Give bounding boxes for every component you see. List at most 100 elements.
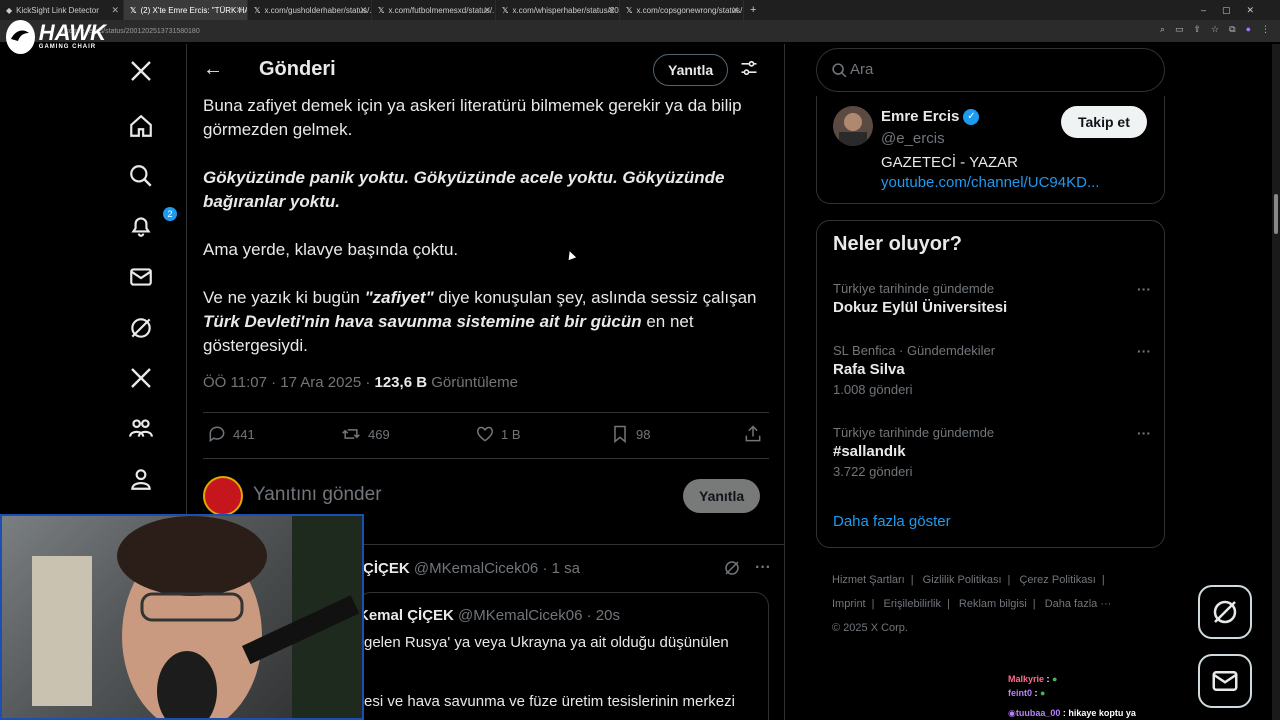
quote-text: gelen Rusya' ya veya Ukrayna ya ait oldu… (364, 634, 729, 651)
footer-link[interactable]: Hizmet Şartları (832, 574, 905, 586)
share-action[interactable] (743, 424, 763, 444)
new-tab-icon[interactable]: + (750, 4, 756, 16)
tab-close-icon[interactable]: ✕ (235, 5, 243, 16)
show-more-link[interactable]: Daha fazla göster (833, 513, 951, 530)
grok-icon (1213, 600, 1237, 624)
trends-panel: Neler oluyor? Türkiye tarihinde gündemde… (816, 220, 1165, 548)
grok-icon[interactable] (128, 315, 154, 341)
hawk-logo: HAWK GAMING CHAIR (6, 18, 106, 56)
more-options-icon[interactable]: ··· (1137, 281, 1151, 297)
tweet-paragraph: Gökyüzünde panik yoktu. Gökyüzünde acele… (203, 168, 725, 211)
footer-link[interactable]: Imprint (832, 598, 866, 610)
grok-fab-button[interactable] (1198, 585, 1252, 639)
share-icon[interactable]: ⇪ (1194, 24, 1202, 35)
search-input[interactable]: Ara (850, 61, 873, 78)
x-logo-icon[interactable] (128, 58, 154, 84)
more-options-icon[interactable]: ··· (1137, 425, 1151, 441)
footer-link[interactable]: Daha fazla ··· (1045, 598, 1112, 610)
tab-close-icon[interactable]: ✕ (607, 5, 615, 16)
header-reply-button[interactable]: Yanıtla (653, 54, 729, 86)
tweet-timestamp[interactable]: ÖÖ 11:07 · 17 Ara 2025 · (203, 374, 375, 391)
quoted-tweet[interactable]: Kemal ÇİÇEK @MKemalCicek06 · 20s gelen R… (357, 592, 769, 720)
home-icon[interactable] (128, 113, 154, 139)
reply-input[interactable]: Yanıtını gönder (253, 484, 382, 506)
tab-favicon-icon: 𝕏 (130, 5, 137, 15)
footer-link[interactable]: Erişilebilirlik (884, 598, 941, 610)
browser-tab[interactable]: ◆ KickSight Link Detector ✕ (0, 0, 124, 20)
tab-close-icon[interactable]: ✕ (359, 5, 367, 16)
browser-tab[interactable]: 𝕏x.com/gusholderhaber/status/... ✕ (248, 0, 372, 20)
bookmark-star-icon[interactable]: ☆ (1211, 24, 1219, 35)
reply-composer: Yanıtını gönder Yanıtla (203, 476, 769, 516)
browser-tab[interactable]: 𝕏x.com/copsgonewrong/status/... ✕ (620, 0, 744, 20)
trend-item[interactable]: Türkiye tarihinde gündemde Dokuz Eylül Ü… (833, 281, 1151, 316)
more-options-icon[interactable]: ··· (1137, 343, 1151, 359)
tab-close-icon[interactable]: ✕ (731, 5, 739, 16)
tab-close-icon[interactable]: ✕ (483, 5, 491, 16)
extensions-icon[interactable]: ⧉ (1229, 24, 1235, 35)
premium-x-icon[interactable] (128, 365, 154, 391)
footer-link[interactable]: Gizlilik Politikası (923, 574, 1002, 586)
tweet-paragraph: Ve ne yazık ki bugün "zafiyet" diye konu… (203, 288, 757, 355)
envelope-icon (1212, 671, 1238, 691)
browser-tab[interactable]: 𝕏x.com/futbolmemesxd/status/... ✕ (372, 0, 496, 20)
search-box[interactable]: Ara (816, 48, 1165, 92)
tab-favicon-icon: 𝕏 (626, 5, 633, 15)
reply-author[interactable]: ÇİÇEK @MKemalCicek06 · 1 sa (363, 560, 580, 577)
tab-close-icon[interactable]: ✕ (111, 5, 119, 16)
tweet-body: Buna zafiyet demek için ya askeri litera… (203, 94, 773, 382)
badge-icon: ◉ (1008, 708, 1016, 718)
trend-item[interactable]: SL Benfica · Gündemdekiler Rafa Silva 1.… (833, 343, 1151, 397)
post-header: ← Gönderi Yanıtla (187, 44, 784, 94)
follow-button[interactable]: Takip et (1061, 106, 1147, 138)
footer-link[interactable]: Çerez Politikası (1019, 574, 1095, 586)
profile-icon[interactable]: ● (1246, 24, 1251, 35)
compose-reply-button[interactable]: Yanıtla (683, 479, 761, 513)
repost-action[interactable]: 469 (340, 424, 390, 444)
author-avatar[interactable] (833, 106, 873, 146)
window-controls[interactable]: –▢✕ (1201, 5, 1270, 16)
back-arrow-icon[interactable]: ← (203, 58, 223, 81)
menu-icon[interactable]: ⋮ (1261, 24, 1270, 35)
bookmark-icon (614, 425, 626, 444)
tweet-view-count: 123,6 B (374, 374, 428, 391)
zoom-icon[interactable]: ⌕ (1160, 24, 1165, 35)
grok-icon[interactable] (723, 559, 741, 582)
browser-tab[interactable]: 𝕏x.com/whisperhaber/status/20... ✕ (496, 0, 620, 20)
trend-item[interactable]: Türkiye tarihinde gündemde #sallandık 3.… (833, 425, 1151, 479)
search-icon[interactable] (128, 163, 154, 189)
tweet-actions: 441 469 1 B 98 (203, 424, 769, 448)
divider (203, 458, 769, 459)
footer-link[interactable]: Reklam bilgisi (959, 598, 1027, 610)
notifications-bell-icon[interactable]: 2 (128, 207, 177, 239)
copyright: © 2025 X Corp. (832, 622, 908, 634)
user-avatar[interactable] (203, 476, 243, 516)
tweet-meta: ÖÖ 11:07 · 17 Ara 2025 · 123,6 B Görüntü… (203, 374, 518, 391)
reply-action[interactable]: 441 (207, 424, 255, 444)
scroll-thumb[interactable] (1274, 194, 1278, 234)
quote-author: Kemal ÇİÇEK @MKemalCicek06 · 20s (358, 607, 620, 624)
cast-icon[interactable]: ▭ (1175, 24, 1184, 35)
communities-icon[interactable] (128, 415, 154, 441)
divider (203, 412, 769, 413)
search-icon (831, 62, 848, 84)
bookmark-action[interactable]: 98 (610, 424, 650, 444)
more-options-icon[interactable]: ··· (755, 559, 771, 582)
repost-icon (342, 429, 360, 439)
messages-envelope-icon[interactable] (128, 264, 154, 290)
browser-tab-active[interactable]: 𝕏(2) X'te Emre Ercis: "TÜRK HAVA...✕ (124, 0, 248, 20)
author-name[interactable]: Emre Ercis ✓ (881, 108, 980, 125)
hawk-wordmark: HAWK GAMING CHAIR (38, 20, 106, 51)
author-link[interactable]: youtube.com/channel/UC94KD... (881, 174, 1099, 191)
share-upload-icon (745, 425, 761, 442)
author-bio: GAZETECİ - YAZAR (881, 154, 1018, 171)
chat-message: ◉tuubaa_00 : hikaye koptu ya (1008, 708, 1136, 718)
like-action[interactable]: 1 B (475, 424, 521, 444)
sliders-icon[interactable] (739, 58, 759, 83)
address-bar[interactable]: x.com/e_ercis/status/2001202513731580180… (0, 20, 1280, 42)
tweet-paragraph: Ama yerde, klavye başında çoktu. (203, 240, 459, 259)
profile-person-icon[interactable] (128, 466, 154, 492)
page-scrollbar[interactable] (1272, 44, 1280, 720)
left-sidebar: 2 (108, 44, 177, 524)
page-title: Gönderi (259, 58, 336, 80)
